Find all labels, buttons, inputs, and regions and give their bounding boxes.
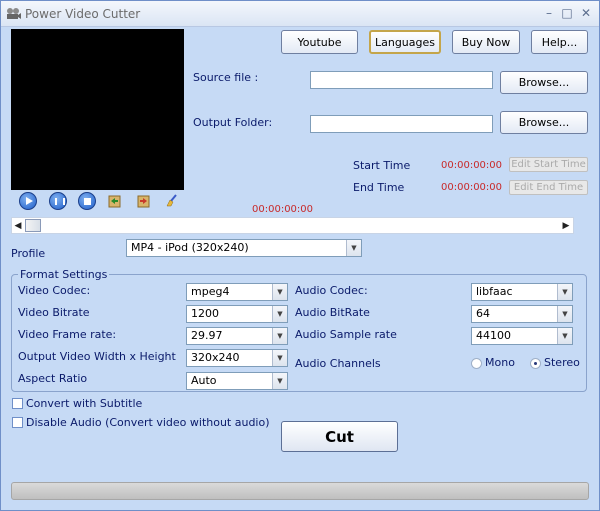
video-codec-value: mpeg4 [191,285,230,298]
mono-radio[interactable] [471,358,482,369]
convert-subtitle-label: Convert with Subtitle [26,397,143,410]
clear-brush-icon[interactable] [165,194,178,207]
start-time-label: Start Time [353,159,411,172]
audio-bitrate-label: Audio BitRate [295,306,370,319]
video-frame-rate-label: Video Frame rate: [18,328,117,341]
seek-thumb[interactable] [25,219,41,232]
output-size-select[interactable]: 320x240 ▼ [186,349,288,367]
pause-icon[interactable] [49,192,67,210]
profile-select-value: MP4 - iPod (320x240) [131,241,249,254]
profile-label: Profile [11,247,46,260]
audio-sample-rate-select[interactable]: 44100 ▼ [471,327,573,345]
source-file-label: Source file : [193,71,259,84]
output-folder-input[interactable] [310,115,493,133]
convert-subtitle-checkbox[interactable] [12,398,23,409]
play-icon[interactable] [19,192,37,210]
seek-left-arrow-icon[interactable]: ◀ [13,220,23,232]
close-button[interactable]: ✕ [578,5,594,21]
help-button[interactable]: Help... [531,30,588,54]
output-size-label: Output Video Width x Height [18,350,176,363]
video-bitrate-value: 1200 [191,307,219,320]
edit-end-time-button[interactable]: Edit End Time [509,180,588,195]
audio-sample-rate-value: 44100 [476,329,511,342]
chevron-down-icon: ▼ [346,240,361,256]
stereo-radio[interactable] [530,358,541,369]
start-time-value: 00:00:00:00 [441,160,503,171]
video-codec-label: Video Codec: [18,284,91,297]
chevron-down-icon: ▼ [272,350,287,366]
video-frame-rate-select[interactable]: 29.97 ▼ [186,327,288,345]
source-browse-button[interactable]: Browse... [500,71,588,94]
audio-codec-select[interactable]: libfaac ▼ [471,283,573,301]
video-codec-select[interactable]: mpeg4 ▼ [186,283,288,301]
chevron-down-icon: ▼ [557,306,572,322]
video-bitrate-label: Video Bitrate [18,306,90,319]
output-browse-button[interactable]: Browse... [500,111,588,134]
languages-button[interactable]: Languages [369,30,441,54]
mono-radio-label: Mono [485,356,515,369]
main-window: Power Video Cutter – □ ✕ Youtube Languag… [0,0,600,511]
stereo-radio-label: Stereo [544,356,580,369]
audio-bitrate-value: 64 [476,307,490,320]
chevron-down-icon: ▼ [272,284,287,300]
aspect-ratio-select[interactable]: Auto ▼ [186,372,288,390]
end-time-value: 00:00:00:00 [441,182,503,193]
edit-start-time-button[interactable]: Edit Start Time [509,157,588,172]
disable-audio-checkbox[interactable] [12,417,23,428]
format-settings-title: Format Settings [18,268,110,281]
aspect-ratio-label: Aspect Ratio [18,372,88,385]
chevron-down-icon: ▼ [272,373,287,389]
maximize-button[interactable]: □ [559,5,575,21]
chevron-down-icon: ▼ [272,328,287,344]
audio-channels-label: Audio Channels [295,357,381,370]
youtube-button[interactable]: Youtube [281,30,358,54]
seek-bar[interactable]: ◀ ▶ [11,217,574,234]
chevron-down-icon: ▼ [272,306,287,322]
source-file-input[interactable] [310,71,493,89]
video-bitrate-select[interactable]: 1200 ▼ [186,305,288,323]
video-preview [11,29,184,190]
profile-select[interactable]: MP4 - iPod (320x240) ▼ [126,239,362,257]
minimize-button[interactable]: – [541,5,557,21]
video-frame-rate-value: 29.97 [191,329,223,342]
set-start-icon[interactable] [108,195,121,208]
buy-now-button[interactable]: Buy Now [452,30,520,54]
output-folder-label: Output Folder: [193,116,273,129]
stop-icon[interactable] [78,192,96,210]
film-reel-icon [7,8,21,19]
end-time-label: End Time [353,181,405,194]
disable-audio-label: Disable Audio (Convert video without aud… [26,416,270,429]
aspect-ratio-value: Auto [191,374,217,387]
set-end-icon[interactable] [137,195,150,208]
chevron-down-icon: ▼ [557,328,572,344]
current-time-value: 00:00:00:00 [252,204,314,215]
title-bar: Power Video Cutter – □ ✕ [1,1,599,27]
audio-codec-value: libfaac [476,285,513,298]
seek-right-arrow-icon[interactable]: ▶ [561,220,571,232]
chevron-down-icon: ▼ [557,284,572,300]
cut-button[interactable]: Cut [281,421,398,452]
output-size-value: 320x240 [191,351,240,364]
window-title: Power Video Cutter [25,7,141,21]
progress-bar [11,482,589,500]
audio-codec-label: Audio Codec: [295,284,368,297]
audio-bitrate-select[interactable]: 64 ▼ [471,305,573,323]
audio-sample-rate-label: Audio Sample rate [295,328,397,341]
